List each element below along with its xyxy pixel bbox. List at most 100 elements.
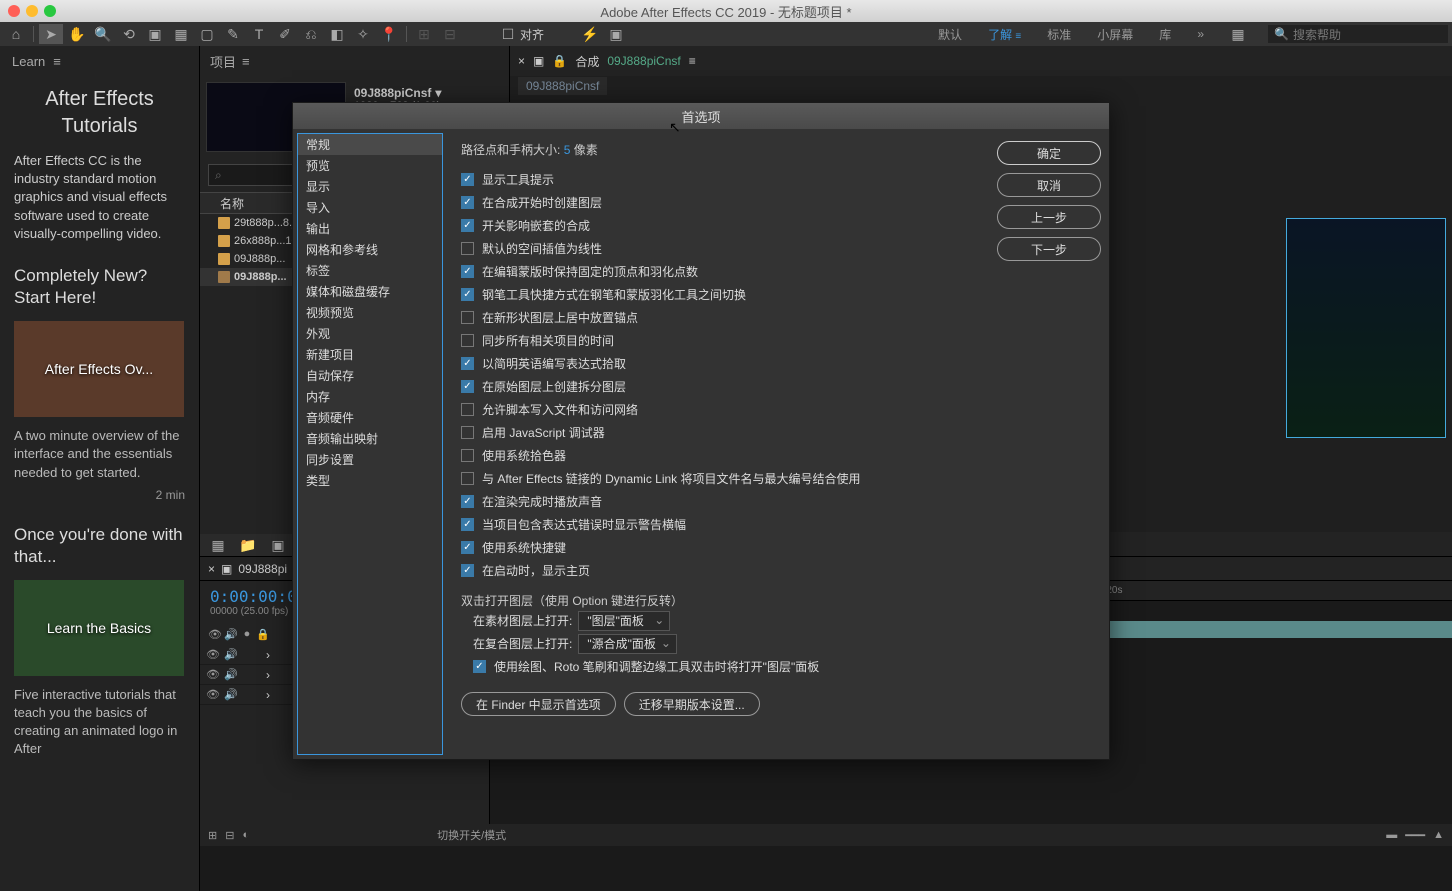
hamburger-icon[interactable]: ≡ — [242, 54, 250, 69]
align-icon[interactable]: ☐ — [496, 24, 520, 44]
prefs-cat-grids[interactable]: 网格和参考线 — [298, 239, 442, 260]
zoom-tool[interactable]: 🔍 — [91, 24, 115, 44]
prefs-cat-sync[interactable]: 同步设置 — [298, 449, 442, 470]
brush-tool[interactable]: ✐ — [273, 24, 297, 44]
checkbox[interactable] — [461, 334, 474, 347]
frame-blend-icon[interactable]: ⊞ — [208, 829, 217, 842]
tutorial-basics-thumb[interactable]: Learn the Basics — [14, 580, 184, 676]
home-icon[interactable]: ⌂ — [4, 24, 28, 44]
checkbox[interactable]: ✓ — [461, 265, 474, 278]
checkbox[interactable]: ✓ — [461, 380, 474, 393]
eraser-tool[interactable]: ◧ — [325, 24, 349, 44]
expand-icon[interactable]: › — [266, 668, 270, 682]
clone-tool[interactable]: ⎌ — [299, 24, 323, 44]
close-tab-icon[interactable]: × — [208, 562, 215, 576]
close-window[interactable] — [8, 5, 20, 17]
checkbox[interactable]: ✓ — [461, 196, 474, 209]
audio-icon[interactable]: 🔊 — [224, 648, 238, 662]
next-button[interactable]: 下一步 — [997, 237, 1101, 261]
prefs-cat-audiohw[interactable]: 音频硬件 — [298, 407, 442, 428]
workspace-default[interactable]: 默认 — [934, 24, 966, 45]
zoom-in-icon[interactable]: ▲ — [1433, 829, 1444, 841]
shape-tool[interactable]: ▢ — [195, 24, 219, 44]
checkbox[interactable]: ✓ — [461, 357, 474, 370]
col-name[interactable]: 名称 — [220, 195, 244, 212]
prefs-cat-output[interactable]: 输出 — [298, 218, 442, 239]
eye-icon[interactable]: 👁 — [206, 648, 220, 662]
path-size-value[interactable]: 5 — [564, 143, 571, 157]
workspace-small[interactable]: 小屏幕 — [1093, 24, 1137, 45]
snap-tool[interactable]: ⚡ — [578, 24, 602, 44]
checkbox[interactable]: ✓ — [461, 219, 474, 232]
checkbox[interactable] — [461, 242, 474, 255]
checkbox[interactable]: ✓ — [461, 173, 474, 186]
axis-tool2[interactable]: ⊟ — [438, 24, 462, 44]
migrate-settings-button[interactable]: 迁移早期版本设置... — [624, 692, 760, 716]
solo-column-icon[interactable]: ● — [240, 627, 254, 641]
selection-tool[interactable]: ➤ — [39, 24, 63, 44]
paint-dblclick-checkbox[interactable]: ✓ — [473, 660, 486, 673]
checkbox[interactable]: ✓ — [461, 288, 474, 301]
workspace-library[interactable]: 库 — [1155, 24, 1175, 45]
toggle-switches[interactable]: 切换开关/模式 — [437, 827, 506, 843]
prefs-cat-newproject[interactable]: 新建项目 — [298, 344, 442, 365]
prefs-cat-general[interactable]: 常规 — [298, 134, 442, 155]
text-tool[interactable]: T — [247, 24, 271, 44]
lock-icon[interactable]: 🔒 — [552, 54, 567, 68]
prefs-cat-preview[interactable]: 预览 — [298, 155, 442, 176]
audio-icon[interactable]: 🔊 — [224, 688, 238, 702]
checkbox[interactable] — [461, 311, 474, 324]
prefs-cat-display[interactable]: 显示 — [298, 176, 442, 197]
checkbox[interactable]: ✓ — [461, 541, 474, 554]
checkbox[interactable]: ✓ — [461, 518, 474, 531]
comp-name[interactable]: 09J888piCnsf — [607, 54, 680, 68]
prefs-cat-autosave[interactable]: 自动保存 — [298, 365, 442, 386]
eye-column-icon[interactable]: 👁 — [208, 627, 222, 641]
camera-tool[interactable]: ▣ — [143, 24, 167, 44]
help-search[interactable]: 🔍 搜索帮助 — [1268, 25, 1448, 43]
expand-icon[interactable]: › — [266, 688, 270, 702]
workspace-learn[interactable]: 了解 ≡ — [984, 24, 1025, 45]
checkbox[interactable] — [461, 449, 474, 462]
orbit-tool[interactable]: ⟲ — [117, 24, 141, 44]
learn-tab[interactable]: Learn ≡ — [0, 46, 199, 76]
workspace-overflow-icon[interactable]: ▦ — [1226, 24, 1250, 44]
minimize-window[interactable] — [26, 5, 38, 17]
pan-behind-tool[interactable]: ▦ — [169, 24, 193, 44]
snap-grid[interactable]: ▣ — [604, 24, 628, 44]
audio-column-icon[interactable]: 🔊 — [224, 627, 238, 641]
maximize-window[interactable] — [44, 5, 56, 17]
prefs-cat-appearance[interactable]: 外观 — [298, 323, 442, 344]
zoom-out-icon[interactable]: ▬ — [1386, 829, 1397, 841]
prefs-cat-memory[interactable]: 内存 — [298, 386, 442, 407]
axis-tool[interactable]: ⊞ — [412, 24, 436, 44]
new-comp-icon[interactable]: ▣ — [266, 535, 290, 555]
dropdown-icon[interactable]: ▾ — [435, 86, 441, 100]
previous-button[interactable]: 上一步 — [997, 205, 1101, 229]
project-tab[interactable]: 项目 ≡ — [200, 46, 509, 76]
audio-icon[interactable]: 🔊 — [224, 668, 238, 682]
prefs-cat-import[interactable]: 导入 — [298, 197, 442, 218]
open-comp-select[interactable]: "源合成"面板 — [578, 634, 677, 654]
close-tab-icon[interactable]: × — [518, 54, 525, 68]
prefs-cat-type[interactable]: 类型 — [298, 470, 442, 491]
brainstorm-icon[interactable]: ◐ — [242, 829, 249, 841]
lock-column-icon[interactable]: 🔒 — [256, 627, 270, 641]
workspace-more[interactable]: » — [1193, 25, 1208, 43]
ok-button[interactable]: 确定 — [997, 141, 1101, 165]
tutorial-overview-thumb[interactable]: After Effects Ov... — [14, 321, 184, 417]
open-footage-select[interactable]: "图层"面板 — [578, 611, 670, 631]
roto-tool[interactable]: ✧ — [351, 24, 375, 44]
checkbox[interactable]: ✓ — [461, 564, 474, 577]
motion-blur-icon[interactable]: ⊟ — [225, 829, 234, 842]
hamburger-icon[interactable]: ≡ — [53, 54, 61, 69]
hand-tool[interactable]: ✋ — [65, 24, 89, 44]
prefs-cat-audiomap[interactable]: 音频输出映射 — [298, 428, 442, 449]
prefs-cat-labels[interactable]: 标签 — [298, 260, 442, 281]
puppet-tool[interactable]: 📍 — [377, 24, 401, 44]
eye-icon[interactable]: 👁 — [206, 668, 220, 682]
dialog-titlebar[interactable]: 首选项 ↖ — [293, 103, 1109, 129]
hamburger-icon[interactable]: ≡ — [689, 54, 696, 68]
workspace-standard[interactable]: 标准 — [1043, 24, 1075, 45]
interpret-icon[interactable]: ▦ — [206, 535, 230, 555]
